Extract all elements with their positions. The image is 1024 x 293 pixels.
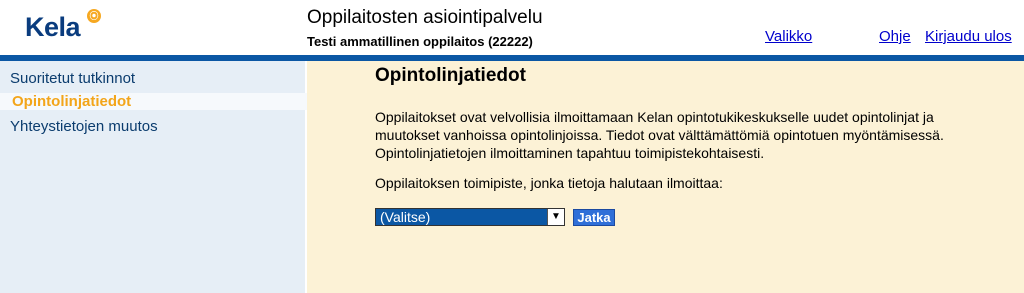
- header: Kela ⦿ Oppilaitosten asiointipalvelu Tes…: [0, 0, 1024, 55]
- logo-mark-icon: ⦿: [87, 9, 101, 23]
- toimipiste-select[interactable]: (Valitse) ▼: [375, 208, 565, 226]
- page-title: Opintolinjatiedot: [375, 65, 526, 86]
- chevron-down-icon[interactable]: ▼: [547, 209, 564, 225]
- select-value: (Valitse): [380, 209, 431, 225]
- sidebar-item-yhteystietojen-muutos[interactable]: Yhteystietojen muutos: [10, 118, 158, 135]
- kela-logo[interactable]: Kela ⦿: [25, 9, 101, 43]
- nav-link-kirjaudu-ulos[interactable]: Kirjaudu ulos: [925, 28, 1012, 45]
- sidebar: Suoritetut tutkinnot Opintolinjatiedot Y…: [0, 61, 310, 293]
- description-text: Oppilaitokset ovat velvollisia ilmoittam…: [375, 109, 944, 161]
- sidebar-item-suoritetut-tutkinnot[interactable]: Suoritetut tutkinnot: [10, 70, 135, 87]
- main-content: Opintolinjatiedot Oppilaitokset ovat vel…: [307, 61, 1024, 293]
- app-title: Oppilaitosten asiointipalvelu: [307, 7, 543, 28]
- jatka-button[interactable]: Jatka: [573, 209, 615, 226]
- institution-name: Testi ammatillinen oppilaitos (22222): [307, 34, 533, 49]
- nav-link-valikko[interactable]: Valikko: [765, 28, 812, 45]
- toimipiste-label: Oppilaitoksen toimipiste, jonka tietoja …: [375, 175, 723, 191]
- logo-text: Kela: [25, 12, 81, 42]
- sidebar-item-opintolinjatiedot[interactable]: Opintolinjatiedot: [0, 93, 310, 110]
- nav-link-ohje[interactable]: Ohje: [879, 28, 911, 45]
